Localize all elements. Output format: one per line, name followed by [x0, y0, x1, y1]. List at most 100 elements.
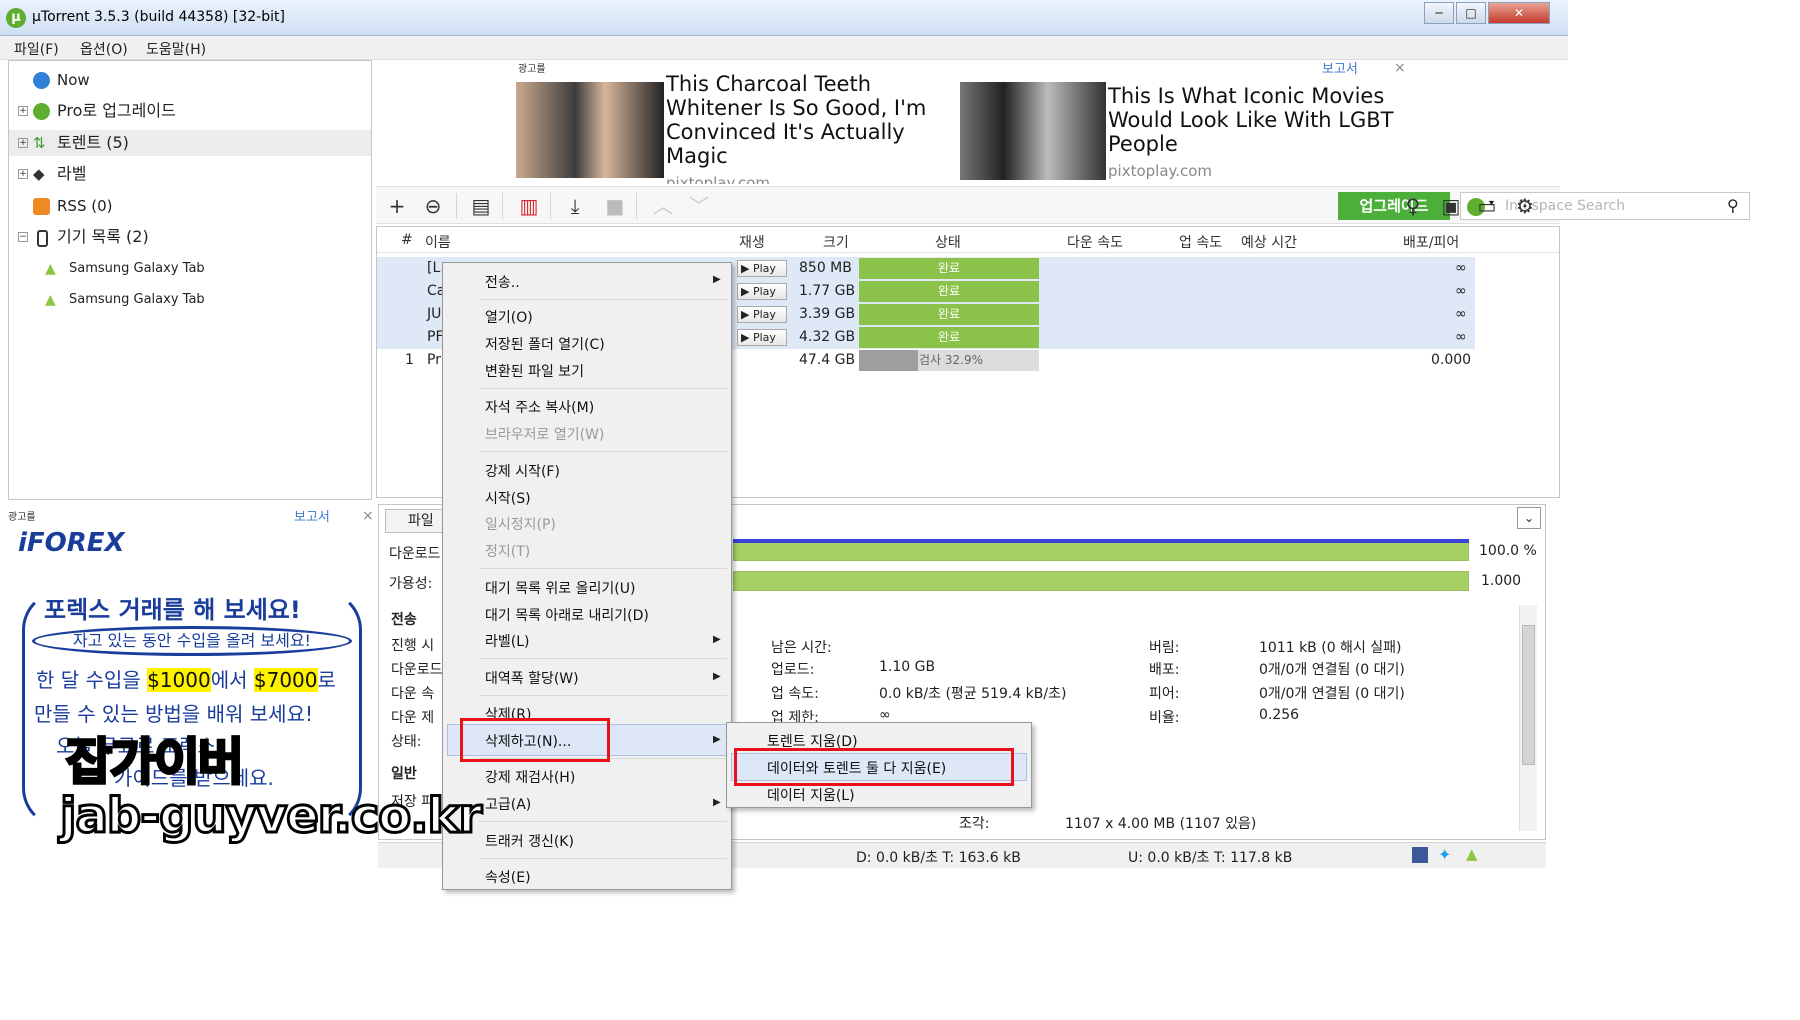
expand-icon[interactable]: + [18, 169, 28, 179]
remove-torrent-icon[interactable]: ▥ [516, 193, 542, 219]
col-size[interactable]: 크기 [823, 232, 849, 252]
ad-close-icon[interactable]: × [362, 508, 374, 524]
menu-item-force-start[interactable]: 강제 시작(F) [485, 461, 560, 481]
col-down-speed[interactable]: 다운 속도 [1067, 232, 1123, 252]
menu-item-copy-magnet[interactable]: 자석 주소 복사(M) [485, 397, 594, 417]
menu-separator [479, 821, 727, 822]
col-status[interactable]: 상태 [935, 232, 961, 252]
menu-file[interactable]: 파일(F) [14, 39, 59, 59]
watermark-url: jab-guyver.co.kr [58, 787, 483, 846]
menu-item-start[interactable]: 시작(S) [485, 488, 531, 508]
search-icon[interactable]: ⚲ [1727, 196, 1739, 215]
add-torrent-icon[interactable]: + [384, 193, 410, 219]
sidebar-item-device-1[interactable]: ▲ Samsung Galaxy Tab [9, 256, 371, 282]
maximize-button[interactable]: □ [1456, 2, 1486, 24]
collapse-panel-icon[interactable]: ⌄ [1517, 507, 1541, 529]
ad-headline-2[interactable]: This Is What Iconic Movies Would Look Li… [1108, 84, 1408, 156]
iforex-logo[interactable]: iFOREX [18, 528, 125, 558]
settings-gear-icon[interactable]: ⚙ [1512, 193, 1538, 219]
submenu-arrow-icon: ▶ [713, 797, 721, 808]
top-ad-banner[interactable]: 광고를 보고서 × This Charcoal Teeth Whitener I… [376, 60, 1560, 184]
details-scrollbar[interactable] [1519, 605, 1537, 831]
sidebar-item-pro[interactable]: + Pro로 업그레이드 [9, 98, 371, 124]
facebook-icon[interactable] [1412, 847, 1428, 863]
play-now-button[interactable]: ▶ Play N [737, 260, 787, 277]
menu-item-pause[interactable]: 일시정지(P) [485, 514, 556, 534]
menu-item-queue-down[interactable]: 대기 목록 아래로 내리기(D) [485, 605, 649, 625]
col-up-speed[interactable]: 업 속도 [1179, 232, 1222, 252]
menu-separator [479, 695, 727, 696]
menu-item-queue-up[interactable]: 대기 목록 위로 올리기(U) [485, 578, 635, 598]
move-down-icon[interactable]: ﹀ [686, 193, 712, 219]
status-bar-checking: 검사 32.9% [859, 350, 1039, 371]
highlight-box-remove-both [734, 748, 1014, 786]
downloaded-bar [733, 541, 1469, 561]
col-eta[interactable]: 예상 시간 [1241, 232, 1297, 252]
twitter-icon[interactable]: ✦ [1438, 845, 1451, 864]
ad-report-link[interactable]: 보고서 [1322, 58, 1358, 77]
android-icon: ▲ [45, 292, 56, 308]
ad-report-link[interactable]: 보고서 [294, 506, 330, 525]
context-menu: 전송.. ▶ 열기(O) 저장된 폴더 열기(C) 변환된 파일 보기 자석 주… [442, 262, 732, 890]
collapse-icon[interactable]: − [18, 232, 28, 242]
stop-icon[interactable]: ■ [602, 193, 628, 219]
menu-item-open[interactable]: 열기(O) [485, 307, 533, 327]
tab-files[interactable]: 파일 [385, 509, 449, 533]
add-url-link-icon[interactable]: ⊖ [420, 193, 446, 219]
submenu-item-remove-data[interactable]: 데이터 지움(L) [767, 785, 855, 805]
menu-item-open-folder[interactable]: 저장된 폴더 열기(C) [485, 334, 605, 354]
ad-image-teeth[interactable] [516, 82, 664, 178]
android-icon[interactable]: ▲ [1466, 845, 1478, 863]
menu-help[interactable]: 도움말(H) [146, 39, 206, 59]
play-now-button[interactable]: ▶ Play N [737, 329, 787, 346]
create-torrent-icon[interactable]: ▤ [468, 193, 494, 219]
menu-item-stop[interactable]: 정지(T) [485, 541, 530, 561]
updown-arrows-icon: ⇅ [33, 134, 46, 152]
menu-item-properties[interactable]: 속성(E) [485, 867, 531, 887]
sidebar-item-labels[interactable]: + ◆ 라벨 [9, 161, 371, 187]
chat-icon[interactable]: ▣ [1438, 193, 1464, 219]
status-bar: 완료 [859, 281, 1039, 302]
search-box[interactable]: ▾ Infospace Search ⚲ [1460, 192, 1750, 220]
col-seeds-peers[interactable]: 배포/피어 [1403, 232, 1459, 252]
ad-source-2: pixtoplay.com [1108, 162, 1213, 180]
menu-item-update-tracker[interactable]: 트래커 갱신(K) [485, 831, 574, 851]
ad-tag: 광고를 [8, 512, 36, 523]
minimize-button[interactable]: ─ [1424, 2, 1454, 24]
menu-item-view-converted[interactable]: 변환된 파일 보기 [485, 361, 584, 381]
play-now-button[interactable]: ▶ Play N [737, 306, 787, 323]
menu-item-advanced[interactable]: 고급(A) [485, 794, 531, 814]
col-name[interactable]: 이름 [425, 232, 451, 252]
sidebar-item-device-2[interactable]: ▲ Samsung Galaxy Tab [9, 287, 371, 313]
col-play[interactable]: 재생 [739, 232, 765, 252]
menu-item-force-recheck[interactable]: 강제 재검사(H) [485, 767, 575, 787]
play-now-button[interactable]: ▶ Play N [737, 283, 787, 300]
upgrade-button[interactable]: 업그레이드 [1338, 192, 1450, 220]
sidebar-item-torrents[interactable]: + ⇅ 토렌트 (5) [9, 130, 371, 156]
sidebar-item-now[interactable]: Now [9, 67, 371, 93]
sidebar-item-rss[interactable]: RSS (0) [9, 193, 371, 219]
col-num[interactable]: # [401, 232, 413, 248]
ad-headline-1[interactable]: This Charcoal Teeth Whitener Is So Good,… [666, 72, 936, 168]
availability-bar [733, 571, 1469, 591]
ad-close-icon[interactable]: × [1394, 60, 1406, 76]
move-up-icon[interactable]: ︿ [650, 193, 676, 219]
menu-options[interactable]: 옵션(O) [80, 39, 128, 59]
expand-icon[interactable]: + [18, 138, 28, 148]
menu-item-open-browser[interactable]: 브라우저로 열기(W) [485, 424, 604, 444]
ad-image-movies[interactable] [960, 82, 1106, 180]
menu-item-label[interactable]: 라벨(L) [485, 631, 529, 651]
utorrent-window: µ µTorrent 3.5.3 (build 44358) [32-bit] … [0, 0, 1750, 890]
menu-item-send[interactable]: 전송.. [485, 272, 520, 292]
expand-icon[interactable]: + [18, 106, 28, 116]
menu-item-bandwidth[interactable]: 대역폭 할당(W) [485, 668, 579, 688]
device-icon [37, 230, 48, 247]
close-button[interactable]: ✕ [1488, 2, 1550, 24]
downloaded-bar-top [733, 539, 1469, 543]
remote-monitor-icon[interactable]: ▭ [1474, 193, 1500, 219]
sidebar: Now + Pro로 업그레이드 + ⇅ 토렌트 (5) + ◆ 라벨 RSS … [8, 60, 372, 500]
lightbulb-icon[interactable]: ♀ [1400, 193, 1426, 219]
sidebar-item-devices[interactable]: − 기기 목록 (2) [9, 224, 371, 250]
start-download-icon[interactable]: ⤓ [562, 193, 588, 219]
scrollbar-thumb[interactable] [1522, 625, 1535, 765]
